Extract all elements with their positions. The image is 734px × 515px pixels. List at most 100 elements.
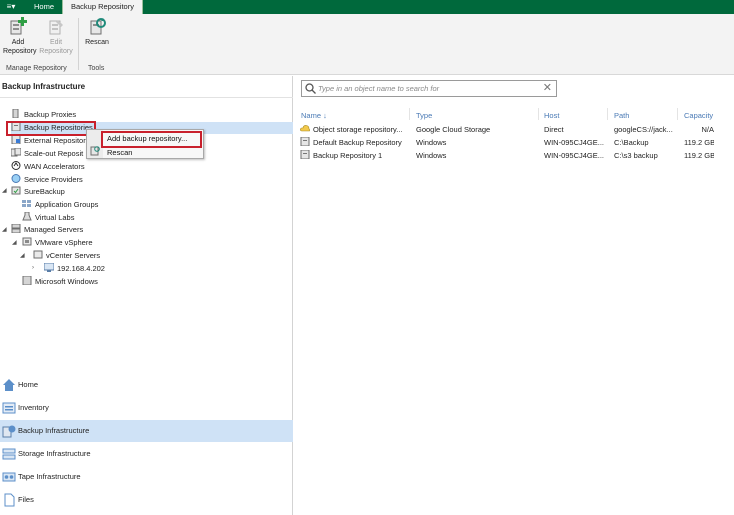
pane-title: Backup Infrastructure (2, 82, 86, 91)
virtual-labs-icon (22, 211, 32, 221)
column-header-capacity[interactable]: Capacity (684, 111, 713, 120)
add-repository-button[interactable]: Add Repository (3, 17, 36, 56)
cell-path: C:\Backup (614, 138, 649, 147)
row-name-text: Backup Repository 1 (313, 151, 383, 160)
home-icon (2, 378, 16, 392)
external-repository-icon (11, 134, 21, 145)
nav-storage-infrastructure[interactable]: Storage Infrastructure (0, 443, 293, 465)
rescan-label: Rescan (85, 39, 109, 46)
highlight-backup-repositories (6, 121, 96, 136)
column-header-host[interactable]: Host (544, 111, 559, 120)
cell-type: Google Cloud Storage (416, 125, 491, 134)
nav-label: Inventory (18, 403, 49, 412)
tree-item-managed-servers[interactable]: Managed Servers (11, 223, 83, 236)
group-label-tools: Tools (88, 65, 105, 72)
edit-repository-button[interactable]: Edit Repository (38, 17, 74, 56)
nav-label: Backup Infrastructure (18, 426, 90, 435)
cell-type: Windows (416, 138, 447, 147)
column-separator[interactable] (538, 108, 539, 120)
tree-label: Microsoft Windows (35, 277, 98, 286)
cell-name: Object storage repository... (300, 123, 410, 136)
tree-label: vCenter Servers (46, 251, 101, 260)
surebackup-icon (11, 186, 21, 195)
expander-server[interactable]: › (32, 265, 34, 271)
cell-host: WIN-095CJ4GE... (544, 151, 605, 160)
expander-managed-servers[interactable]: ◢ (2, 226, 7, 233)
column-separator[interactable] (607, 108, 608, 120)
tree-item-application-groups[interactable]: Application Groups (22, 199, 98, 211)
nav-inventory[interactable]: Inventory (0, 397, 293, 419)
cell-name: Backup Repository 1 (300, 149, 410, 162)
nav-backup-infrastructure[interactable]: Backup Infrastructure (0, 420, 293, 442)
table-row[interactable]: Object storage repository... Google Clou… (298, 123, 734, 136)
tree-label: WAN Accelerators (24, 162, 85, 171)
row-name-text: Object storage repository... (313, 125, 403, 134)
tree-label: Backup Proxies (24, 110, 77, 119)
context-menu-rescan[interactable]: Rescan (107, 148, 132, 157)
divider (0, 97, 293, 98)
tree-item-server[interactable]: 192.168.4.202 (43, 262, 105, 275)
tree-item-backup-proxies[interactable]: Backup Proxies (11, 108, 77, 121)
nav-label: Storage Infrastructure (18, 449, 91, 458)
row-name-text: Default Backup Repository (313, 138, 402, 147)
column-header-name[interactable]: Name ↓ (301, 111, 327, 120)
tree-label: Scale-out Reposit (24, 149, 84, 158)
expander-surebackup[interactable]: ◢ (2, 187, 7, 194)
application-groups-icon (22, 199, 32, 208)
expander-vcenter[interactable]: ◢ (20, 252, 25, 259)
cell-path: C:\s3 backup (614, 151, 658, 160)
column-header-path[interactable]: Path (614, 111, 629, 120)
tree-item-vmware-vsphere[interactable]: VMware vSphere (22, 237, 93, 249)
search-icon (305, 83, 316, 96)
clear-search-icon[interactable]: ✕ (543, 82, 552, 95)
table-row[interactable]: Backup Repository 1 Windows WIN-095CJ4GE… (298, 149, 734, 162)
tree-item-wan-accelerators[interactable]: WAN Accelerators (11, 161, 85, 173)
repository-icon (300, 149, 310, 160)
tree-label: 192.168.4.202 (57, 264, 105, 273)
highlight-add-backup-repository (101, 131, 202, 148)
tree-label: External Repositor (24, 136, 86, 145)
nav-label: Files (18, 495, 34, 504)
tree-label: Virtual Labs (35, 213, 75, 222)
rescan-button[interactable]: Rescan (82, 17, 112, 47)
expander-vmware[interactable]: ◢ (12, 239, 17, 246)
nav-label: Tape Infrastructure (18, 472, 81, 481)
cell-host: Direct (544, 125, 564, 134)
tab-home[interactable]: Home (26, 0, 62, 14)
top-tab-bar: ≡▾ Home Backup Repository (0, 0, 734, 14)
tree-item-vcenter-servers[interactable]: vCenter Servers (33, 250, 100, 262)
tree-label: SureBackup (24, 187, 65, 196)
column-separator[interactable] (677, 108, 678, 120)
tree-item-scaleout-repositories[interactable]: Scale-out Reposit (10, 147, 84, 160)
tree-item-external-repositories[interactable]: External Repositor (11, 134, 86, 147)
table-row[interactable]: Default Backup Repository Windows WIN-09… (298, 136, 734, 149)
cell-capacity: 119.2 GB (684, 138, 714, 147)
tape-infrastructure-icon (2, 470, 16, 484)
tree-item-surebackup[interactable]: SureBackup (11, 186, 65, 198)
nav-home[interactable]: Home (0, 374, 293, 396)
tab-backup-repository[interactable]: Backup Repository (62, 0, 143, 14)
tree-item-service-providers[interactable]: Service Providers (11, 174, 83, 186)
tree-label: VMware vSphere (35, 238, 93, 247)
tree-item-microsoft-windows[interactable]: Microsoft Windows (22, 275, 98, 288)
nav-label: Home (18, 380, 39, 389)
nav-tape-infrastructure[interactable]: Tape Infrastructure (0, 466, 293, 488)
add-repository-icon (9, 17, 27, 36)
tree-label: Service Providers (24, 175, 83, 184)
vmware-icon (22, 237, 32, 246)
column-header-type[interactable]: Type (416, 111, 432, 120)
search-input[interactable]: Type in an object name to search for (318, 84, 439, 93)
tree-item-virtual-labs[interactable]: Virtual Labs (22, 211, 75, 224)
column-separator[interactable] (409, 108, 410, 120)
cell-path: googleCS://jack... (614, 125, 673, 134)
cell-name: Default Backup Repository (300, 136, 410, 149)
ribbon: Add Repository Edit Repository Rescan Ma… (0, 14, 734, 75)
search-box[interactable]: Type in an object name to search for ✕ (301, 80, 557, 97)
backup-infrastructure-icon (2, 424, 16, 438)
rescan-icon (88, 17, 106, 36)
main-menu-button[interactable]: ≡▾ (0, 0, 22, 14)
repository-icon (300, 136, 310, 147)
cell-host: WIN-095CJ4GE... (544, 138, 605, 147)
managed-servers-icon (11, 223, 21, 234)
nav-files[interactable]: Files (0, 489, 293, 511)
